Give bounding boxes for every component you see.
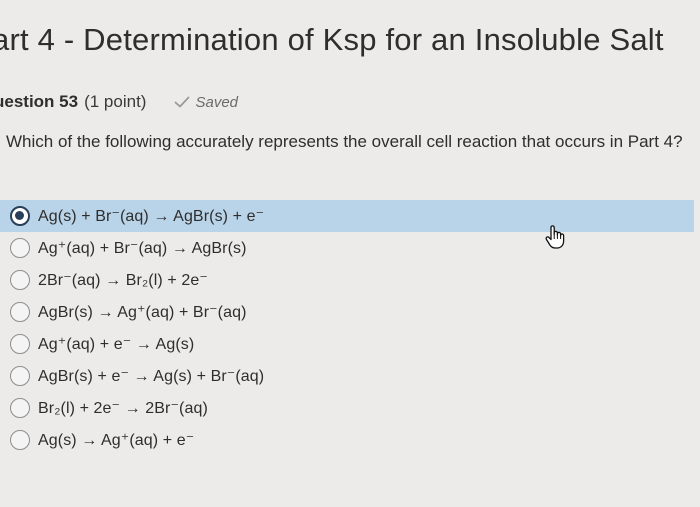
answer-option[interactable]: Ag⁺(aq) + Br⁻(aq) → AgBr(s) — [0, 232, 700, 264]
saved-label: Saved — [195, 93, 239, 111]
radio-button[interactable] — [10, 430, 30, 450]
question-text: Which of the following accurately repres… — [6, 132, 683, 151]
answer-option[interactable]: Ag(s) + Br⁻(aq) → AgBr(s) + e⁻ — [0, 200, 694, 232]
answer-option-label[interactable]: Br₂(l) + 2e⁻ → 2Br⁻(aq) — [38, 398, 208, 418]
answer-option-label[interactable]: 2Br⁻(aq) → Br₂(l) + 2e⁻ — [38, 270, 208, 290]
answer-option-label[interactable]: AgBr(s) → Ag⁺(aq) + Br⁻(aq) — [38, 302, 247, 322]
radio-button[interactable] — [10, 206, 30, 226]
answer-option[interactable]: Br₂(l) + 2e⁻ → 2Br⁻(aq) — [0, 392, 700, 424]
answer-option-label[interactable]: AgBr(s) + e⁻ → Ag(s) + Br⁻(aq) — [38, 366, 264, 386]
radio-button[interactable] — [10, 334, 30, 354]
answer-option-label[interactable]: Ag⁺(aq) + Br⁻(aq) → AgBr(s) — [38, 238, 247, 258]
answer-option-label[interactable]: Ag(s) → Ag⁺(aq) + e⁻ — [38, 430, 194, 450]
answer-options: Ag(s) + Br⁻(aq) → AgBr(s) + e⁻ Ag⁺(aq) + … — [0, 200, 700, 456]
radio-button[interactable] — [10, 398, 30, 418]
saved-status: Saved — [174, 94, 238, 111]
radio-button[interactable] — [10, 302, 30, 322]
question-points: (1 point) — [84, 92, 147, 111]
answer-option[interactable]: Ag(s) → Ag⁺(aq) + e⁻ — [0, 424, 700, 456]
radio-button[interactable] — [10, 270, 30, 290]
answer-option[interactable]: AgBr(s) + e⁻ → Ag(s) + Br⁻(aq) — [0, 360, 700, 392]
answer-option-label[interactable]: Ag(s) + Br⁻(aq) → AgBr(s) + e⁻ — [38, 206, 264, 226]
hand-pointer-icon — [545, 225, 565, 249]
check-icon — [175, 96, 190, 108]
answer-option-label[interactable]: Ag⁺(aq) + e⁻ → Ag(s) — [38, 334, 194, 354]
answer-option[interactable]: Ag⁺(aq) + e⁻ → Ag(s) — [0, 328, 700, 360]
question-number: uestion 53 — [0, 92, 79, 111]
question-header: uestion 53 (1 point) Saved — [0, 92, 238, 112]
radio-button[interactable] — [10, 366, 30, 386]
answer-option[interactable]: 2Br⁻(aq) → Br₂(l) + 2e⁻ — [0, 264, 700, 296]
answer-option[interactable]: AgBr(s) → Ag⁺(aq) + Br⁻(aq) — [0, 296, 700, 328]
radio-button[interactable] — [10, 238, 30, 258]
page-title: art 4 - Determination of Ksp for an Inso… — [0, 22, 664, 57]
